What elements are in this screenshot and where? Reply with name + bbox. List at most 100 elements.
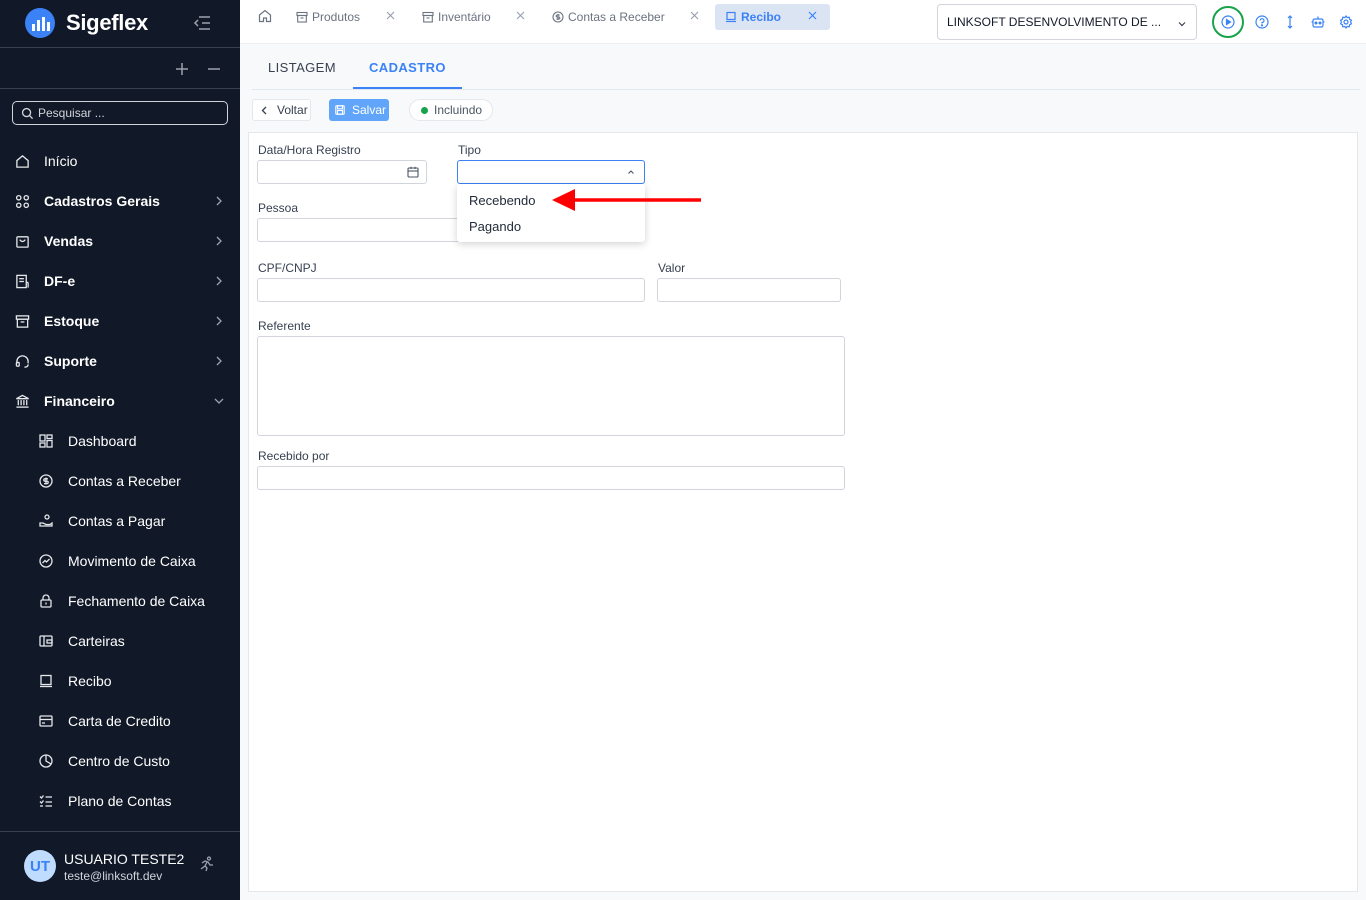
sidebar-item-financeiro[interactable]: Financeiro	[0, 381, 240, 421]
sidebar-search[interactable]	[12, 101, 228, 125]
data-hora-input[interactable]	[257, 160, 427, 184]
valor-label: Valor	[658, 261, 686, 275]
cpf-cnpj-label: CPF/CNPJ	[258, 261, 317, 275]
vertical-arrows-icon[interactable]	[1283, 15, 1297, 29]
data-hora-label: Data/Hora Registro	[258, 143, 361, 157]
chevron-up-icon	[628, 170, 634, 174]
annotation-arrow	[552, 189, 701, 211]
sidebar-subitem-movimento-caixa[interactable]: Movimento de Caixa	[0, 541, 240, 581]
avatar[interactable]: UT	[24, 850, 56, 882]
tab-inventario[interactable]: Inventário	[422, 4, 491, 30]
option-pagando[interactable]: Pagando	[469, 219, 521, 234]
divider	[0, 88, 240, 89]
list-check-icon	[39, 795, 52, 807]
floppy-disk-icon	[335, 105, 345, 115]
help-icon[interactable]	[1255, 15, 1269, 29]
box-icon	[296, 11, 308, 23]
chevron-left-icon	[261, 106, 267, 115]
box-icon	[422, 11, 434, 23]
tab-listagem[interactable]: LISTAGEM	[268, 60, 336, 75]
play-circle-icon	[1221, 15, 1235, 29]
close-icon[interactable]	[386, 11, 395, 20]
divider	[0, 47, 240, 48]
play-button[interactable]	[1212, 6, 1244, 38]
grid-icon	[15, 194, 30, 208]
sidebar-item-inicio[interactable]: Início	[0, 141, 240, 181]
home-tab-icon[interactable]	[258, 9, 272, 23]
collapse-menu-icon[interactable]	[192, 13, 212, 33]
sidebar-subitem-contas-pagar[interactable]: Contas a Pagar	[0, 501, 240, 541]
expand-all-icon[interactable]	[174, 61, 190, 77]
logo-icon	[25, 8, 55, 38]
trend-icon	[39, 554, 53, 568]
receipt-icon	[726, 11, 736, 23]
sidebar-item-vendas[interactable]: Vendas	[0, 221, 240, 261]
sidebar-subitem-plano-contas[interactable]: Plano de Contas	[0, 781, 240, 821]
recebido-por-label: Recebido por	[258, 449, 330, 463]
sidebar-item-estoque[interactable]: Estoque	[0, 301, 240, 341]
card-icon	[39, 715, 53, 727]
document-icon	[16, 274, 29, 288]
close-icon[interactable]	[808, 11, 817, 20]
sidebar-subitem-carteiras[interactable]: Carteiras	[0, 621, 240, 661]
search-icon	[21, 107, 34, 119]
sidebar-subitem-dashboard[interactable]: Dashboard	[0, 421, 240, 461]
tab-contas-receber[interactable]: Contas a Receber	[552, 4, 665, 30]
tipo-label: Tipo	[458, 143, 481, 157]
close-icon[interactable]	[690, 11, 699, 20]
tabs-divider	[252, 89, 1360, 90]
save-button[interactable]: Salvar	[329, 99, 389, 121]
pessoa-label: Pessoa	[258, 201, 299, 215]
recebido-por-input[interactable]	[257, 466, 845, 490]
home-icon	[16, 154, 29, 168]
chevron-down-icon	[214, 398, 224, 404]
search-input[interactable]	[38, 106, 218, 120]
sidebar-subitem-centro-custo[interactable]: Centro de Custo	[0, 741, 240, 781]
close-icon[interactable]	[516, 11, 525, 20]
user-name: USUARIO TESTE2	[64, 851, 185, 867]
sidebar-subitem-fechamento-caixa[interactable]: Fechamento de Caixa	[0, 581, 240, 621]
collapse-all-icon[interactable]	[206, 61, 222, 77]
sidebar-subitem-recibo[interactable]: Recibo	[0, 661, 240, 701]
lock-icon	[40, 594, 52, 608]
tab-produtos[interactable]: Produtos	[296, 4, 360, 30]
chevron-right-icon	[216, 356, 222, 366]
pie-icon	[39, 754, 53, 768]
option-recebendo[interactable]: Recebendo	[469, 193, 536, 208]
dollar-circle-icon	[39, 474, 53, 488]
sidebar-item-dfe[interactable]: DF-e	[0, 261, 240, 301]
referente-textarea[interactable]	[257, 336, 845, 436]
company-select[interactable]: LINKSOFT DESENVOLVIMENTO DE ...	[937, 4, 1197, 40]
app-name: Sigeflex	[66, 10, 148, 35]
hand-coins-icon	[39, 514, 53, 527]
calendar-icon[interactable]	[407, 166, 419, 178]
valor-input[interactable]	[657, 278, 841, 302]
tab-cadastro[interactable]: CADASTRO	[369, 60, 446, 75]
status-badge: Incluindo	[409, 99, 493, 121]
gear-icon[interactable]	[1339, 15, 1353, 29]
chevron-right-icon	[216, 276, 222, 286]
user-email: teste@linksoft.dev	[64, 869, 163, 883]
sidebar-subitem-contas-receber[interactable]: Contas a Receber	[0, 461, 240, 501]
headset-icon	[15, 354, 29, 368]
status-dot	[421, 107, 428, 114]
sidebar-item-cadastros-gerais[interactable]: Cadastros Gerais	[0, 181, 240, 221]
chevron-right-icon	[216, 196, 222, 206]
chevron-right-icon	[216, 316, 222, 326]
cpf-cnpj-input[interactable]	[257, 278, 645, 302]
shopping-bag-icon	[16, 235, 29, 248]
dollar-circle-icon	[552, 11, 564, 23]
sidebar: Sigeflex Início Cadastros Gerais Vendas …	[0, 0, 240, 900]
back-button[interactable]: Voltar	[252, 99, 311, 121]
tipo-select[interactable]	[457, 160, 645, 184]
referente-label: Referente	[258, 319, 311, 333]
dashboard-icon	[39, 434, 53, 448]
sidebar-subitem-carta-credito[interactable]: Carta de Credito	[0, 701, 240, 741]
chevron-right-icon	[216, 236, 222, 246]
receipt-icon	[40, 674, 52, 688]
sidebar-item-suporte[interactable]: Suporte	[0, 341, 240, 381]
logout-run-icon[interactable]	[199, 856, 215, 872]
active-tab-indicator	[353, 87, 462, 89]
archive-icon	[15, 314, 30, 328]
robot-icon[interactable]	[1311, 15, 1325, 29]
